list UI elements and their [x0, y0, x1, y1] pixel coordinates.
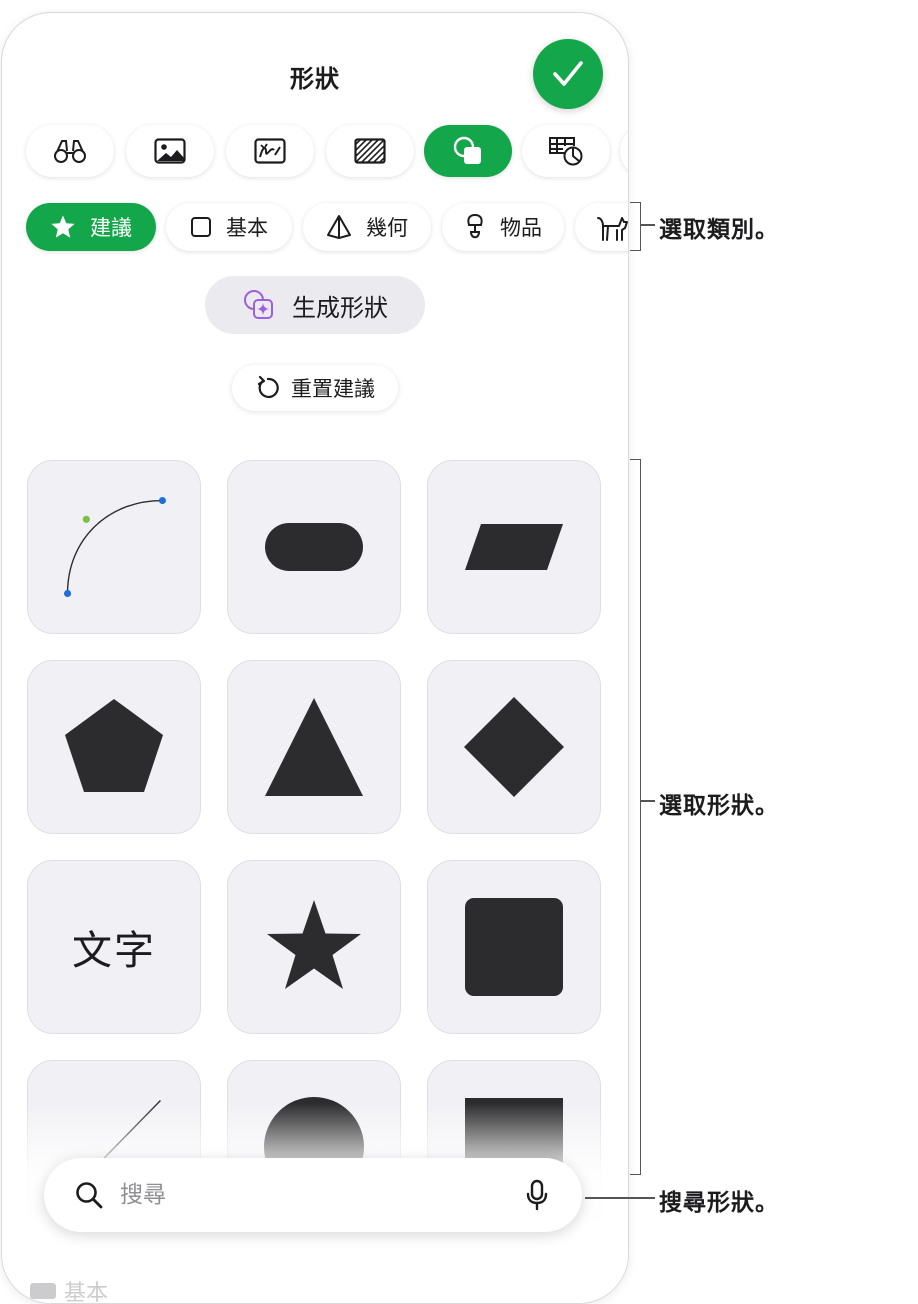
hatch-fill-icon	[354, 138, 386, 164]
shape-tile-diamond[interactable]	[427, 660, 601, 834]
search-callout-line	[585, 1197, 655, 1199]
reset-suggestions-button[interactable]: 重置建議	[232, 365, 398, 411]
ai-generate-icon	[244, 290, 273, 319]
generate-shape-button[interactable]: 生成形狀	[205, 276, 425, 334]
section-marker	[30, 1283, 56, 1299]
category-animals[interactable]	[575, 203, 628, 251]
sketch-icon	[254, 138, 286, 164]
parallelogram-shape	[465, 524, 563, 570]
shape-callout-line	[641, 800, 655, 802]
tool-binoculars[interactable]	[26, 125, 114, 177]
category-bracket	[630, 202, 641, 251]
shape-tile-rounded-rectangle[interactable]	[227, 460, 401, 634]
category-suggested[interactable]: 建議	[26, 203, 156, 251]
pyramid-icon	[327, 215, 351, 239]
category-label: 基本	[226, 216, 268, 240]
category-geometry[interactable]: 幾何	[303, 203, 431, 251]
tool-shapes[interactable]	[424, 125, 512, 177]
shape-tile-parallelogram[interactable]	[427, 460, 601, 634]
photo-icon	[154, 138, 186, 164]
category-objects[interactable]: 物品	[442, 203, 564, 251]
search-bar[interactable]	[44, 1158, 582, 1232]
shapes-panel: 形狀 建議 基本 幾何 物品 生成形狀 重置建議 文字 基本	[1, 12, 629, 1304]
shape-tile-text[interactable]: 文字	[27, 860, 201, 1034]
lamp-icon	[467, 213, 483, 239]
diamond-shape	[464, 697, 564, 797]
tool-more[interactable]	[620, 125, 628, 177]
reset-icon	[257, 375, 279, 399]
category-callout-line	[641, 224, 655, 226]
pentagon-shape	[65, 699, 163, 792]
checkmark-icon	[553, 61, 583, 86]
search-input[interactable]	[118, 1181, 502, 1209]
cat-icon	[597, 217, 628, 241]
next-section-label: 基本	[64, 1281, 109, 1304]
curve-shape	[63, 496, 166, 598]
category-basic[interactable]: 基本	[166, 203, 292, 251]
next-section-heading: 基本	[30, 1275, 109, 1304]
callout-select-shape: 選取形狀。	[659, 793, 779, 819]
shape-tile-triangle[interactable]	[227, 660, 401, 834]
generate-shape-label: 生成形狀	[292, 293, 388, 322]
shape-bracket	[630, 459, 641, 1175]
shape-tile-pentagon[interactable]	[27, 660, 201, 834]
shape-tile-star[interactable]	[227, 860, 401, 1034]
category-bar: 建議 基本 幾何 物品	[26, 201, 628, 253]
shapes-icon	[453, 136, 481, 164]
shape-tile-curve[interactable]	[27, 460, 201, 634]
table-chart-icon	[549, 137, 583, 166]
rounded-rectangle-shape	[265, 523, 363, 571]
microphone-icon[interactable]	[525, 1179, 549, 1211]
category-label: 建議	[90, 216, 132, 240]
tool-photo[interactable]	[126, 125, 214, 177]
reset-suggestions-label: 重置建議	[291, 377, 375, 401]
shape-tile-rounded-square[interactable]	[427, 860, 601, 1034]
callout-select-category: 選取類別。	[659, 217, 779, 243]
rounded-square-shape	[465, 898, 563, 996]
star-icon	[51, 215, 75, 238]
search-icon	[76, 1182, 103, 1209]
tool-table-chart[interactable]	[522, 125, 610, 177]
done-button[interactable]	[533, 39, 603, 109]
tool-hatch-fill[interactable]	[326, 125, 414, 177]
text-shape-label: 文字	[72, 928, 156, 974]
tool-sketch[interactable]	[226, 125, 314, 177]
star-shape	[267, 900, 361, 989]
binoculars-icon	[54, 140, 86, 163]
callout-search-shape: 搜尋形狀。	[659, 1190, 779, 1216]
square-icon	[191, 217, 211, 237]
triangle-shape	[265, 698, 363, 796]
category-label: 物品	[500, 216, 542, 240]
category-label: 幾何	[366, 216, 408, 240]
insert-toolbar	[26, 125, 628, 179]
